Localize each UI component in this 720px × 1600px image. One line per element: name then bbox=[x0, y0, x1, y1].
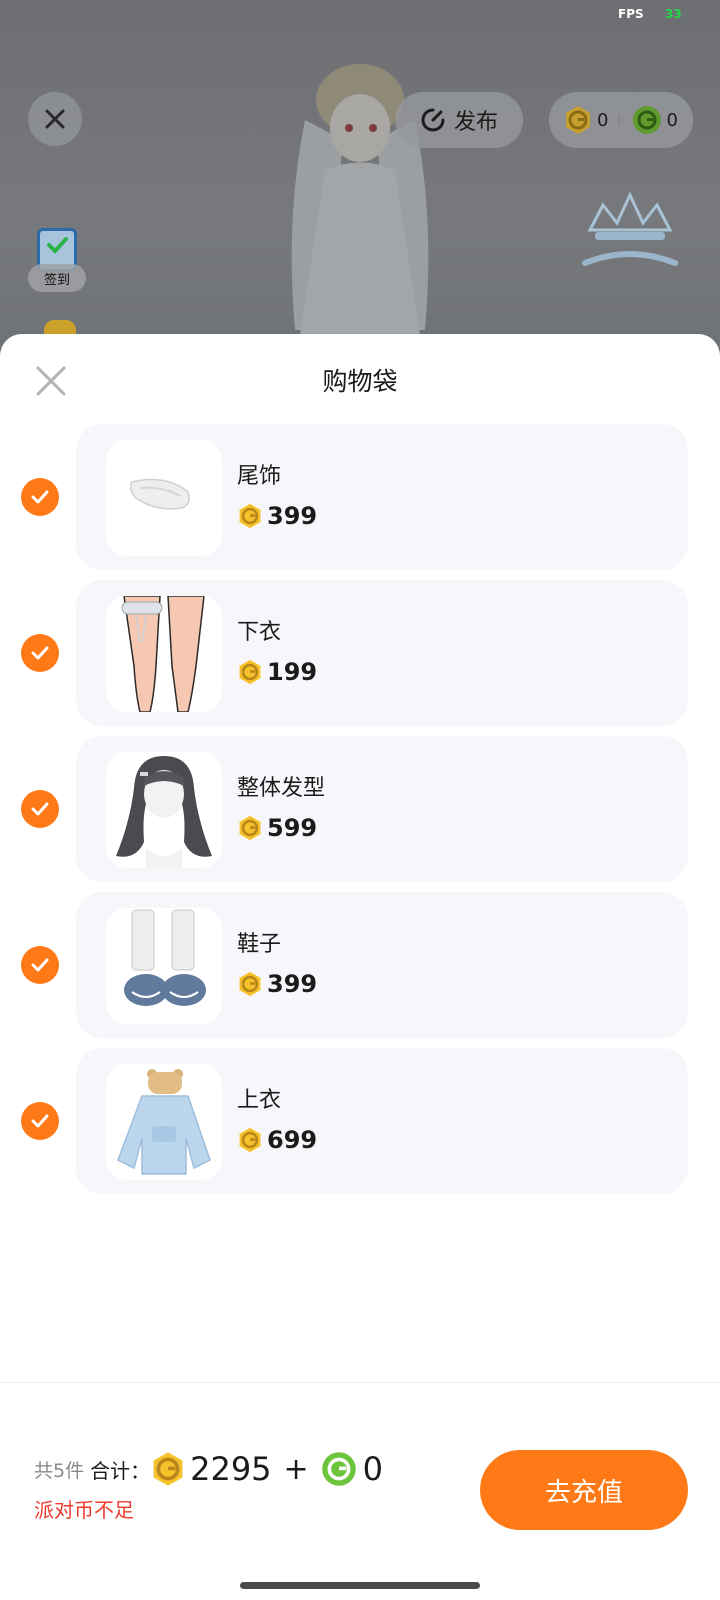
recharge-button[interactable]: 去充值 bbox=[480, 1450, 688, 1530]
tail-image bbox=[129, 478, 190, 510]
item-card[interactable]: 鞋子 399 bbox=[76, 892, 688, 1038]
order-summary: 共5件 合计： 2295 + 0 bbox=[34, 1450, 383, 1488]
gold-balance: 0 bbox=[597, 109, 609, 131]
fps-label: FPS bbox=[618, 7, 644, 21]
item-checkbox[interactable] bbox=[21, 634, 59, 672]
green-coin-icon bbox=[633, 106, 662, 134]
price-value: 199 bbox=[267, 658, 318, 686]
pill-divider bbox=[618, 115, 621, 125]
price-value: 399 bbox=[267, 502, 318, 530]
gold-total: 2295 bbox=[190, 1450, 272, 1488]
item-thumbnail bbox=[106, 908, 222, 1024]
item-price: 399 bbox=[237, 502, 317, 530]
item-price: 599 bbox=[237, 814, 317, 842]
footer-divider bbox=[0, 1382, 720, 1383]
insufficient-balance-warning: 派对币不足 bbox=[34, 1498, 134, 1522]
item-count: 共5件 bbox=[34, 1459, 85, 1482]
hairstyle-image bbox=[116, 756, 212, 868]
plus-sign: + bbox=[283, 1451, 309, 1487]
item-name: 整体发型 bbox=[237, 776, 326, 801]
item-card[interactable]: 尾饰 399 bbox=[76, 424, 688, 570]
green-coin-icon bbox=[321, 1452, 356, 1486]
shopping-bag-sheet: 购物袋 尾饰 399 下衣 199 整体发型 599 鞋子 399 上衣 699… bbox=[0, 334, 720, 1600]
signin-label: 签到 bbox=[28, 264, 86, 292]
item-price: 199 bbox=[237, 658, 317, 686]
item-checkbox[interactable] bbox=[21, 790, 59, 828]
item-name: 尾饰 bbox=[237, 464, 282, 489]
publish-label: 发布 bbox=[453, 110, 498, 135]
item-checkbox[interactable] bbox=[21, 946, 59, 984]
item-price: 399 bbox=[237, 970, 317, 998]
price-value: 599 bbox=[267, 814, 318, 842]
top-image bbox=[117, 1069, 211, 1175]
cart-item: 尾饰 399 bbox=[0, 424, 720, 570]
check-icon bbox=[31, 490, 49, 504]
publish-icon bbox=[421, 108, 445, 132]
gold-coin-icon bbox=[239, 1127, 261, 1153]
item-thumbnail bbox=[106, 440, 222, 556]
item-checkbox[interactable] bbox=[21, 478, 59, 516]
cart-item: 下衣 199 bbox=[0, 580, 720, 726]
fps-value: 33 bbox=[665, 7, 682, 21]
home-indicator[interactable] bbox=[240, 1582, 480, 1589]
cart-item: 上衣 699 bbox=[0, 1048, 720, 1194]
shoes-image bbox=[124, 909, 206, 1006]
gold-coin-icon bbox=[239, 503, 261, 529]
publish-button[interactable]: 发布 bbox=[395, 92, 523, 148]
signin-button[interactable]: 签到 bbox=[28, 228, 86, 292]
currency-balance[interactable]: 0 0 bbox=[549, 92, 693, 148]
cart-item: 整体发型 599 bbox=[0, 736, 720, 882]
crown-logo bbox=[582, 191, 678, 266]
gold-coin-icon bbox=[153, 1452, 183, 1486]
gold-coin-icon bbox=[239, 815, 261, 841]
item-name: 上衣 bbox=[237, 1088, 282, 1113]
item-name: 下衣 bbox=[237, 620, 282, 645]
price-value: 399 bbox=[267, 970, 318, 998]
check-icon bbox=[31, 646, 49, 660]
item-card[interactable]: 下衣 199 bbox=[76, 580, 688, 726]
item-name: 鞋子 bbox=[237, 932, 282, 957]
check-icon bbox=[31, 958, 49, 972]
item-thumbnail bbox=[106, 752, 222, 868]
item-card[interactable]: 整体发型 599 bbox=[76, 736, 688, 882]
item-price: 699 bbox=[237, 1126, 317, 1154]
price-value: 699 bbox=[267, 1126, 318, 1154]
check-icon bbox=[31, 802, 49, 816]
gold-coin-icon bbox=[239, 659, 261, 685]
gold-coin-icon bbox=[566, 106, 590, 134]
item-thumbnail bbox=[106, 596, 222, 712]
total-label: 合计： bbox=[90, 1458, 151, 1483]
cart-item: 鞋子 399 bbox=[0, 892, 720, 1038]
gold-coin-icon bbox=[239, 971, 261, 997]
item-card[interactable]: 上衣 699 bbox=[76, 1048, 688, 1194]
item-checkbox[interactable] bbox=[21, 1102, 59, 1140]
check-icon bbox=[31, 1114, 49, 1128]
legs-image bbox=[121, 596, 205, 712]
green-balance: 0 bbox=[666, 109, 678, 131]
close-icon bbox=[45, 109, 65, 129]
sheet-title: 购物袋 bbox=[322, 367, 398, 396]
close-scene-button[interactable] bbox=[28, 92, 82, 146]
green-total: 0 bbox=[362, 1450, 384, 1488]
avatar-scene: FPS 33 发布 0 0 签到 bbox=[0, 0, 720, 360]
item-thumbnail bbox=[106, 1064, 222, 1180]
